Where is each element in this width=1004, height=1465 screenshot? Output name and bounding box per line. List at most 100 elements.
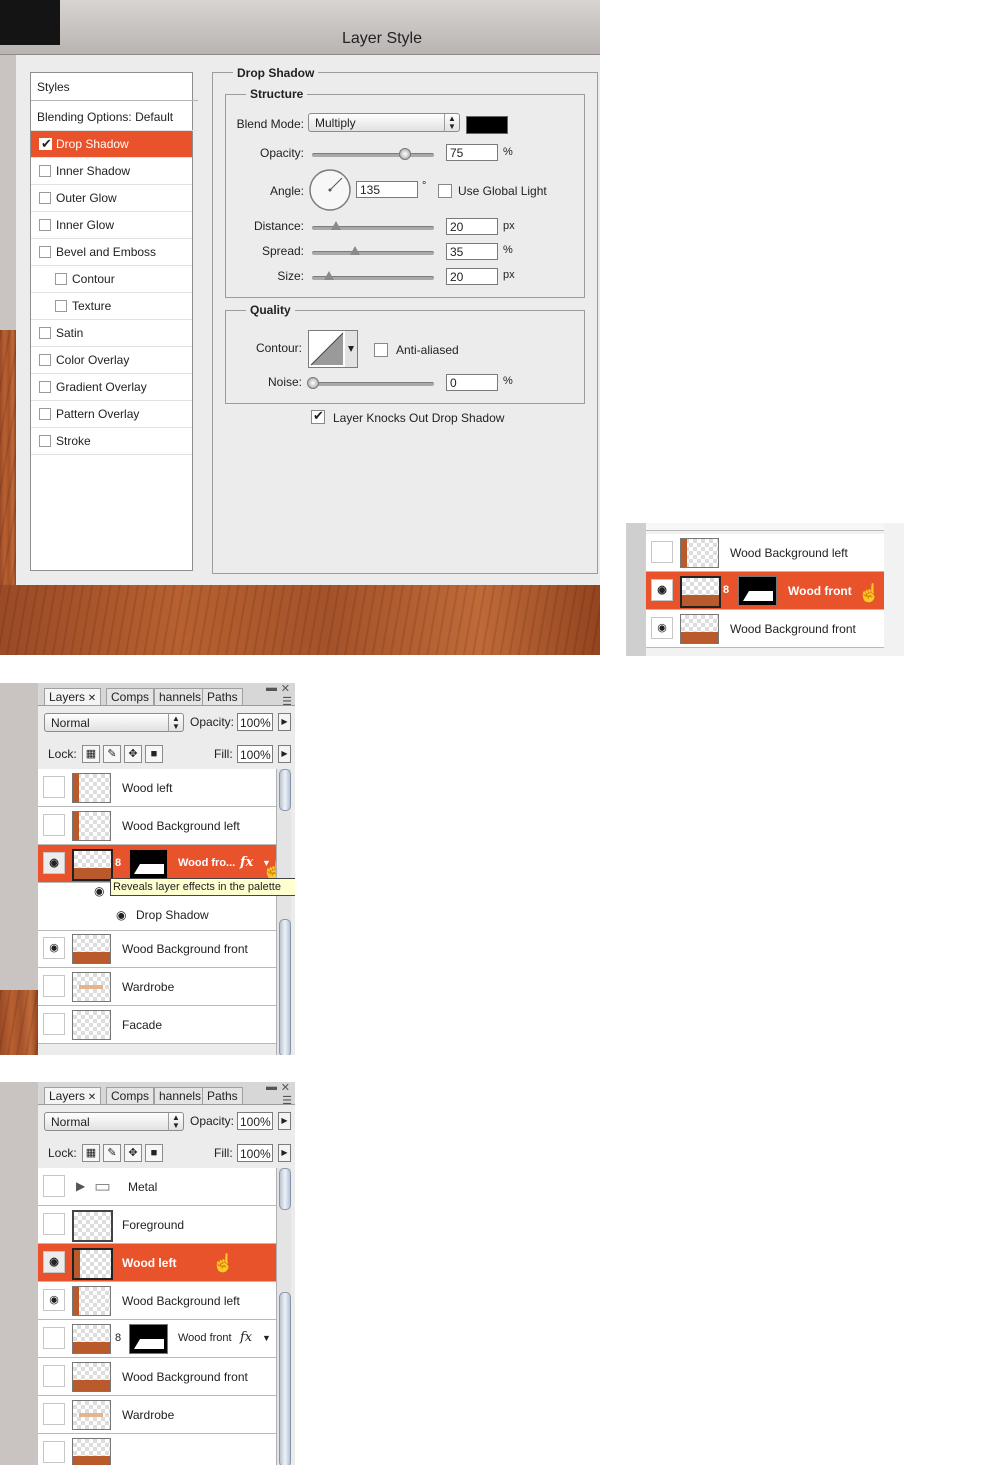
visibility-eye-icon[interactable] <box>43 814 65 836</box>
size-field[interactable]: 20 <box>446 268 498 285</box>
layer-effects-icon[interactable]: fx <box>240 855 253 870</box>
style-checkbox[interactable] <box>39 381 51 393</box>
tab[interactable]: hannels <box>154 1087 207 1104</box>
style-item[interactable]: ✔ Drop Shadow <box>31 131 192 158</box>
fill-arrow-icon[interactable]: ▶ <box>278 745 291 763</box>
style-checkbox[interactable] <box>39 354 51 366</box>
size-slider-thumb[interactable] <box>324 271 334 280</box>
layer-row[interactable]: ◉ Wood Background front <box>38 930 276 968</box>
layer-row[interactable]: Facade <box>38 1006 276 1044</box>
style-item[interactable]: Inner Glow <box>31 212 192 239</box>
visibility-eye-icon[interactable]: ◉ <box>43 852 65 874</box>
style-item[interactable]: Stroke <box>31 428 192 455</box>
layer-row[interactable]: Wardrobe <box>38 1396 276 1434</box>
style-checkbox[interactable]: ✔ <box>39 137 52 150</box>
tab[interactable]: Paths <box>202 1087 243 1104</box>
expand-triangle-icon[interactable]: ▶ <box>76 1179 85 1193</box>
style-checkbox[interactable] <box>39 246 51 258</box>
visibility-eye-icon[interactable]: ◉ <box>43 1289 65 1311</box>
layer-row[interactable]: ◉ Wood left <box>38 1244 276 1282</box>
lock-all-icon[interactable]: ■ <box>145 745 163 763</box>
visibility-eye-icon[interactable]: ◉ <box>43 1251 65 1273</box>
layer-effects-icon[interactable]: fx <box>240 1330 252 1345</box>
anti-aliased-checkbox[interactable] <box>374 343 388 357</box>
angle-dial[interactable] <box>308 168 352 212</box>
style-checkbox[interactable] <box>55 273 67 285</box>
style-item[interactable]: Inner Shadow <box>31 158 192 185</box>
distance-slider-thumb[interactable] <box>331 221 341 230</box>
noise-slider-thumb[interactable] <box>307 377 319 389</box>
blend-mode-select[interactable]: Normal ▲ ▼ <box>44 1112 184 1131</box>
style-item[interactable]: Bevel and Emboss <box>31 239 192 266</box>
panel-menu-icon[interactable]: ☰ <box>282 1094 292 1107</box>
lock-move-icon[interactable]: ✥ <box>124 1144 142 1162</box>
panel2-scroll-top[interactable] <box>279 1168 291 1210</box>
layer-row[interactable]: Wood Background left <box>38 807 276 845</box>
style-checkbox[interactable] <box>39 408 51 420</box>
panel2-scroll-thumb[interactable] <box>279 1292 291 1465</box>
panel1-scrollbar[interactable] <box>276 769 291 1055</box>
style-item[interactable]: Blending Options: Default <box>31 104 198 131</box>
visibility-eye-icon[interactable] <box>43 1013 65 1035</box>
style-item[interactable]: Pattern Overlay <box>31 401 192 428</box>
layer-row[interactable]: 8 Wood front fx ▼ <box>38 1320 276 1358</box>
lock-transparency-icon[interactable]: ▦ <box>82 1144 100 1162</box>
style-item[interactable]: Color Overlay <box>31 347 192 374</box>
spread-slider-thumb[interactable] <box>350 246 360 255</box>
contour-picker[interactable] <box>308 330 358 368</box>
layer-row[interactable]: ▶ ▭ Metal <box>38 1168 276 1206</box>
visibility-eye-icon[interactable] <box>43 1365 65 1387</box>
style-checkbox[interactable] <box>55 300 67 312</box>
tab[interactable]: Paths <box>202 688 243 705</box>
style-checkbox[interactable] <box>39 219 51 231</box>
tab[interactable]: Comps <box>106 1087 155 1104</box>
layer-row[interactable]: Foreground <box>38 1206 276 1244</box>
blend-mode-select[interactable]: Normal ▲ ▼ <box>44 713 184 732</box>
style-checkbox[interactable] <box>39 165 51 177</box>
layer-row[interactable]: Wood Background front <box>38 1358 276 1396</box>
visibility-eye-icon[interactable] <box>43 1213 65 1235</box>
angle-field[interactable]: 135 <box>356 181 418 198</box>
shadow-color-swatch[interactable] <box>466 116 508 134</box>
spread-slider[interactable] <box>312 246 434 255</box>
expand-effects-arrow-icon[interactable]: ▼ <box>262 1333 271 1343</box>
chain-link-icon[interactable]: 8 <box>115 857 121 869</box>
tab[interactable]: Comps <box>106 688 155 705</box>
lock-brush-icon[interactable]: ✎ <box>103 745 121 763</box>
minimize-panel-icon[interactable]: ▬ <box>266 683 277 694</box>
noise-field[interactable]: 0 <box>446 374 498 391</box>
visibility-eye-icon[interactable] <box>43 1327 65 1349</box>
visibility-eye-icon[interactable]: ◉ <box>43 937 65 959</box>
style-item[interactable]: Contour <box>31 266 192 293</box>
layer-row[interactable]: ◉ Wood Background front <box>646 610 884 648</box>
close-panel-icon[interactable]: ✕ <box>281 1082 290 1094</box>
opacity-arrow-icon[interactable]: ▶ <box>278 1112 291 1130</box>
layer-row[interactable]: Wood Background left <box>646 534 884 572</box>
distance-slider[interactable] <box>312 221 434 230</box>
visibility-eye-icon[interactable]: ◉ <box>651 579 673 601</box>
minimize-panel-icon[interactable]: ▬ <box>266 1082 277 1093</box>
style-item[interactable]: Outer Glow <box>31 185 192 212</box>
fill-field[interactable]: 100% <box>237 745 273 763</box>
style-checkbox[interactable] <box>39 435 51 447</box>
effects-eye-icon[interactable]: ◉ <box>94 884 104 898</box>
tab[interactable]: Layers ✕ <box>44 1087 102 1104</box>
lock-brush-icon[interactable]: ✎ <box>103 1144 121 1162</box>
layer-row[interactable]: ◉ Wood Background left <box>38 1282 276 1320</box>
opacity-field[interactable]: 75 <box>446 144 498 161</box>
tab[interactable]: hannels <box>154 688 207 705</box>
opacity-slider-thumb[interactable] <box>399 148 411 160</box>
style-checkbox[interactable] <box>39 327 51 339</box>
use-global-light-checkbox[interactable] <box>438 184 452 198</box>
visibility-eye-icon[interactable] <box>43 776 65 798</box>
close-panel-icon[interactable]: ✕ <box>281 683 290 695</box>
layer-row[interactable]: Wood left <box>38 769 276 807</box>
opacity-field[interactable]: 100% <box>237 713 273 731</box>
panel1-scroll-thumb[interactable] <box>279 919 291 1055</box>
close-tab-icon[interactable]: ✕ <box>85 1092 96 1103</box>
chain-link-icon[interactable]: 8 <box>115 1332 121 1344</box>
visibility-eye-icon[interactable] <box>43 975 65 997</box>
close-tab-icon[interactable]: ✕ <box>85 693 96 704</box>
layer-row[interactable]: ◉ 8 Wood front ☝ <box>646 572 884 610</box>
distance-field[interactable]: 20 <box>446 218 498 235</box>
